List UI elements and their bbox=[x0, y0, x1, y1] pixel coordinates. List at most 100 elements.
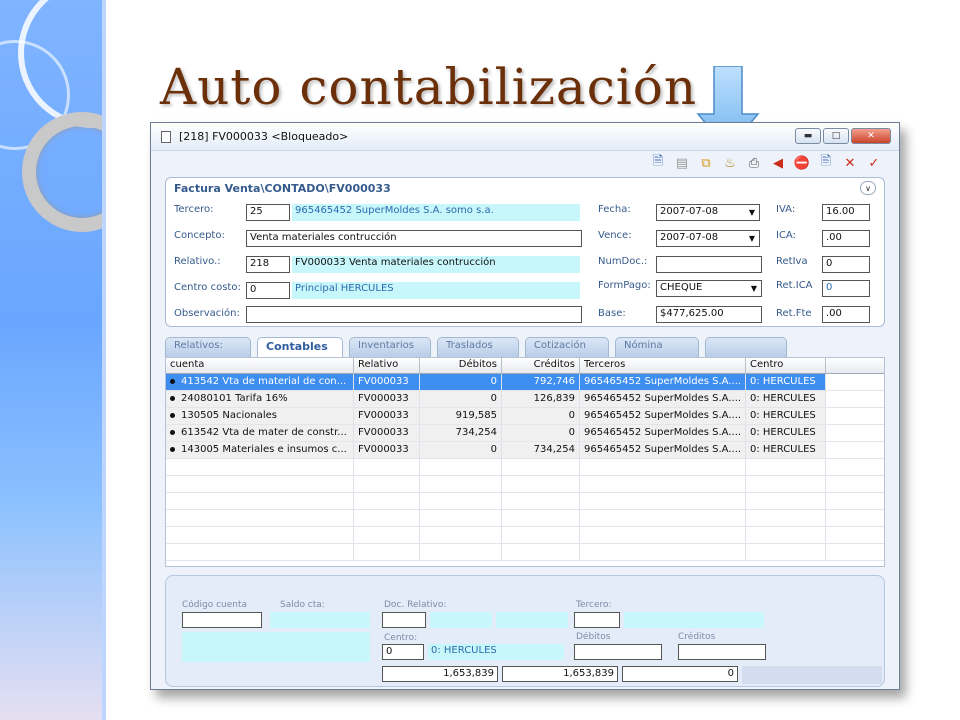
creditos-input[interactable] bbox=[678, 644, 766, 660]
window-titlebar: [218] FV000033 <Bloqueado> bbox=[151, 123, 899, 151]
vence-label: Vence: bbox=[598, 230, 632, 241]
fecha-select[interactable]: 2007-07-08 ▼ bbox=[656, 204, 760, 221]
formpago-select[interactable]: CHEQUE ▼ bbox=[656, 280, 762, 297]
numdoc-input[interactable] bbox=[656, 256, 762, 273]
relativo-code-input[interactable]: 218 bbox=[246, 256, 290, 273]
cell-creditos: 0 bbox=[502, 408, 580, 424]
auto-account-lamp-icon[interactable]: ♨ bbox=[721, 154, 739, 172]
ica-label: ICA: bbox=[776, 230, 796, 241]
table-row[interactable]: 24080101 Tarifa 16% FV000033 0 126,839 9… bbox=[166, 391, 884, 408]
centro-code-input[interactable]: 0 bbox=[246, 282, 290, 299]
fecha-value: 2007-07-08 bbox=[660, 206, 719, 217]
collapse-icon[interactable]: ∨ bbox=[860, 181, 876, 195]
saldo-value bbox=[270, 612, 370, 628]
codigo-cuenta-input[interactable] bbox=[182, 612, 262, 628]
centro-code-input[interactable]: 0 bbox=[382, 644, 424, 660]
centro-name: 0: HERCULES bbox=[428, 644, 564, 660]
cell-creditos: 792,746 bbox=[502, 374, 580, 390]
iva-input[interactable]: 16.00 bbox=[822, 204, 870, 221]
observacion-input[interactable] bbox=[246, 306, 582, 323]
col-centro[interactable]: Centro bbox=[746, 358, 826, 373]
row-marker-icon bbox=[170, 395, 175, 401]
fecha-label: Fecha: bbox=[598, 204, 631, 215]
print-icon[interactable]: ⎙ bbox=[745, 154, 763, 172]
tab-contables[interactable]: Contables bbox=[257, 337, 343, 357]
retica-input[interactable]: 0 bbox=[822, 280, 870, 297]
cell-filler bbox=[826, 391, 884, 407]
tab-empty[interactable] bbox=[705, 337, 787, 357]
table-row[interactable]: 413542 Vta de material de con... FV00003… bbox=[166, 374, 884, 391]
col-creditos[interactable]: Créditos bbox=[502, 358, 580, 373]
tab-cotizacion[interactable]: Cotización bbox=[525, 337, 609, 357]
cancel-icon[interactable]: ✕ bbox=[841, 154, 859, 172]
new-document-icon[interactable]: 🖹 bbox=[817, 154, 835, 172]
document-icon[interactable]: 🗎 bbox=[649, 154, 667, 172]
window-title: [218] FV000033 <Bloqueado> bbox=[179, 130, 349, 143]
col-debitos[interactable]: Débitos bbox=[420, 358, 502, 373]
concepto-input[interactable]: Venta materiales contrucción bbox=[246, 230, 582, 247]
centro-name: Principal HERCULES bbox=[292, 282, 580, 299]
panel-title: Factura Venta\CONTADO\FV000033 bbox=[174, 182, 391, 195]
retica-label: Ret.ICA bbox=[776, 280, 813, 291]
chevron-down-icon[interactable]: ▼ bbox=[745, 231, 759, 246]
chevron-down-icon[interactable]: ▼ bbox=[747, 281, 761, 296]
cell-filler bbox=[826, 425, 884, 441]
tab-inventarios[interactable]: Inventarios bbox=[349, 337, 431, 357]
empty-row bbox=[166, 510, 884, 527]
close-window-button[interactable]: ✕ bbox=[851, 128, 891, 144]
toolbar: 🗎 ▤ ⧉ ♨ ⎙ ◀ ⛔ 🖹 ✕ ✓ bbox=[649, 154, 883, 172]
list-icon[interactable]: ▤ bbox=[673, 154, 691, 172]
tercero-name bbox=[624, 612, 764, 628]
vence-select[interactable]: 2007-07-08 ▼ bbox=[656, 230, 760, 247]
cell-terceros: 965465452 SuperMoldes S.A.... bbox=[580, 408, 746, 424]
col-terceros[interactable]: Terceros bbox=[580, 358, 746, 373]
stop-icon[interactable]: ⛔ bbox=[793, 154, 811, 172]
table-row[interactable]: 130505 Nacionales FV000033 919,585 0 965… bbox=[166, 408, 884, 425]
observacion-label: Observación: bbox=[174, 308, 240, 319]
cuenta-text: 143005 Materiales e insumos c... bbox=[181, 444, 347, 455]
retiva-input[interactable]: 0 bbox=[822, 256, 870, 273]
ica-input[interactable]: .00 bbox=[822, 230, 870, 247]
cell-relativo: FV000033 bbox=[354, 442, 420, 458]
debitos-label: Débitos bbox=[576, 632, 611, 642]
tab-traslados[interactable]: Traslados bbox=[437, 337, 519, 357]
decor-edge bbox=[102, 0, 106, 720]
cell-centro: 0: HERCULES bbox=[746, 408, 826, 424]
cell-relativo: FV000033 bbox=[354, 425, 420, 441]
tab-relativos[interactable]: Relativos: bbox=[165, 337, 251, 357]
cell-creditos: 126,839 bbox=[502, 391, 580, 407]
table-row[interactable]: 613542 Vta de mater de constr... FV00003… bbox=[166, 425, 884, 442]
empty-row bbox=[166, 527, 884, 544]
back-icon[interactable]: ◀ bbox=[769, 154, 787, 172]
empty-row bbox=[166, 544, 884, 561]
retiva-label: RetIva bbox=[776, 256, 808, 267]
minimize-button[interactable]: ▬ bbox=[795, 128, 821, 144]
concepto-label: Concepto: bbox=[174, 230, 225, 241]
cell-debitos: 919,585 bbox=[420, 408, 502, 424]
cell-filler bbox=[826, 408, 884, 424]
cell-cuenta: 130505 Nacionales bbox=[166, 408, 354, 424]
tab-nomina[interactable]: Nómina bbox=[615, 337, 699, 357]
retfte-label: Ret.Fte bbox=[776, 308, 812, 319]
debitos-input[interactable] bbox=[574, 644, 662, 660]
cell-cuenta: 143005 Materiales e insumos c... bbox=[166, 442, 354, 458]
table-row[interactable]: 143005 Materiales e insumos c... FV00003… bbox=[166, 442, 884, 459]
retfte-input[interactable]: .00 bbox=[822, 306, 870, 323]
tercero-label: Tercero: bbox=[576, 600, 612, 610]
cell-terceros: 965465452 SuperMoldes S.A.... bbox=[580, 374, 746, 390]
base-input[interactable]: $477,625.00 bbox=[656, 306, 762, 323]
copy-icon[interactable]: ⧉ bbox=[697, 154, 715, 172]
cell-relativo: FV000033 bbox=[354, 374, 420, 390]
formpago-label: FormPago: bbox=[598, 280, 651, 291]
total-debitos: 1,653,839 bbox=[382, 666, 498, 682]
maximize-button[interactable]: □ bbox=[823, 128, 849, 144]
slide-decoration bbox=[0, 0, 106, 720]
tercero-code-input[interactable]: 25 bbox=[246, 204, 290, 221]
col-cuenta[interactable]: cuenta bbox=[166, 358, 354, 373]
tercero-input[interactable] bbox=[574, 612, 620, 628]
doc-relativo-input[interactable] bbox=[382, 612, 426, 628]
col-relativo[interactable]: Relativo bbox=[354, 358, 420, 373]
centro-costo-label: Centro costo: bbox=[174, 282, 241, 293]
accept-icon[interactable]: ✓ bbox=[865, 154, 883, 172]
chevron-down-icon[interactable]: ▼ bbox=[745, 205, 759, 220]
